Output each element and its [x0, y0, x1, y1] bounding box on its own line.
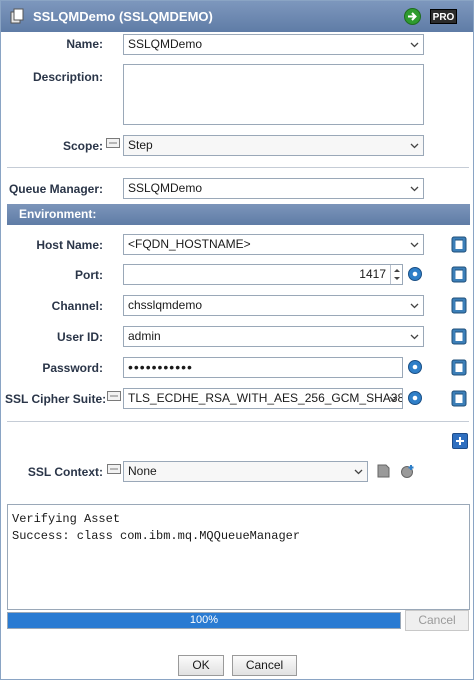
name-value: SSLQMDemo	[128, 37, 203, 51]
description-textarea[interactable]	[123, 64, 424, 125]
scope-select[interactable]: Step	[123, 135, 424, 156]
description-label: Description:	[32, 70, 103, 84]
window-title: SSLQMDemo (SSLQMDEMO)	[33, 9, 213, 24]
port-label: Port:	[75, 268, 103, 282]
delete-icon[interactable]	[451, 390, 467, 407]
queue-manager-combo[interactable]: SSLQMDemo	[123, 178, 424, 199]
progress-bar: 100%	[7, 612, 401, 629]
context-edit-icon[interactable]	[375, 463, 391, 479]
pro-badge[interactable]: PRO	[430, 9, 457, 24]
delete-icon[interactable]	[451, 236, 467, 253]
divider	[7, 421, 469, 422]
chevron-down-icon[interactable]	[410, 240, 419, 249]
title-bar: SSLQMDemo (SSLQMDEMO) PRO	[1, 1, 473, 32]
host-name-value: <FQDN_HOSTNAME>	[128, 237, 251, 251]
chevron-down-icon[interactable]	[410, 301, 419, 310]
gear-icon[interactable]	[407, 359, 423, 375]
chevron-down-icon[interactable]	[410, 141, 419, 150]
name-combo[interactable]: SSLQMDemo	[123, 34, 424, 55]
ssl-context-select[interactable]: None	[123, 461, 368, 482]
password-label: Password:	[42, 361, 103, 375]
name-label: Name:	[66, 37, 103, 51]
output-line: Success: class com.ibm.mq.MQQueueManager	[12, 529, 301, 543]
environment-section-header: Environment:	[7, 204, 470, 225]
variable-icon[interactable]	[107, 390, 121, 401]
scope-value: Step	[128, 138, 153, 152]
chevron-down-icon[interactable]	[410, 40, 419, 49]
gear-icon[interactable]	[407, 390, 423, 406]
add-icon[interactable]	[452, 433, 468, 449]
progress-cancel-button[interactable]: Cancel	[405, 610, 469, 631]
channel-label: Channel:	[51, 299, 103, 313]
chevron-down-icon[interactable]	[410, 332, 419, 341]
user-id-value: admin	[128, 329, 161, 343]
delete-icon[interactable]	[451, 297, 467, 314]
divider	[7, 167, 469, 168]
ssl-context-value: None	[128, 464, 157, 478]
delete-icon[interactable]	[451, 266, 467, 283]
ssl-cipher-suite-combo[interactable]: TLS_ECDHE_RSA_WITH_AES_256_GCM_SHA384	[123, 388, 403, 409]
cancel-button[interactable]: Cancel	[232, 655, 297, 676]
progress-text: 100%	[189, 614, 219, 626]
port-spinner[interactable]: 1417	[123, 264, 403, 285]
user-id-label: User ID:	[56, 330, 103, 344]
output-line: Verifying Asset	[12, 512, 121, 526]
channel-combo[interactable]: chsslqmdemo	[123, 295, 424, 316]
ssl-context-label: SSL Context:	[27, 465, 103, 479]
queue-manager-label: Queue Manager:	[8, 182, 103, 196]
port-stepper[interactable]	[390, 265, 402, 284]
ssl-cipher-suite-value: TLS_ECDHE_RSA_WITH_AES_256_GCM_SHA384	[128, 391, 403, 405]
password-value: •••••••••••	[128, 359, 193, 375]
chevron-down-icon[interactable]	[410, 184, 419, 193]
port-value: 1417	[359, 267, 386, 281]
gear-icon[interactable]	[407, 266, 423, 282]
asset-editor-window: SSLQMDemo (SSLQMDEMO) PRO Name: SSLQMDem…	[0, 0, 474, 680]
delete-icon[interactable]	[451, 359, 467, 376]
go-arrow-icon[interactable]	[404, 8, 421, 25]
ssl-cipher-suite-label: SSL Cipher Suite:	[5, 392, 107, 406]
host-name-label: Host Name:	[36, 238, 103, 252]
scope-label: Scope:	[62, 139, 103, 153]
queue-manager-value: SSLQMDemo	[128, 181, 203, 195]
host-name-combo[interactable]: <FQDN_HOSTNAME>	[123, 234, 424, 255]
context-add-icon[interactable]	[400, 463, 416, 479]
delete-icon[interactable]	[451, 328, 467, 345]
ok-button[interactable]: OK	[178, 655, 224, 676]
variable-icon[interactable]	[107, 463, 121, 474]
channel-value: chsslqmdemo	[128, 298, 203, 312]
variable-icon[interactable]	[106, 137, 120, 148]
asset-icon	[9, 8, 25, 24]
chevron-down-icon[interactable]	[354, 467, 363, 476]
chevron-down-icon[interactable]	[389, 394, 398, 403]
user-id-combo[interactable]: admin	[123, 326, 424, 347]
verification-output: Verifying Asset Success: class com.ibm.m…	[7, 504, 470, 610]
password-field[interactable]: •••••••••••	[123, 357, 403, 378]
